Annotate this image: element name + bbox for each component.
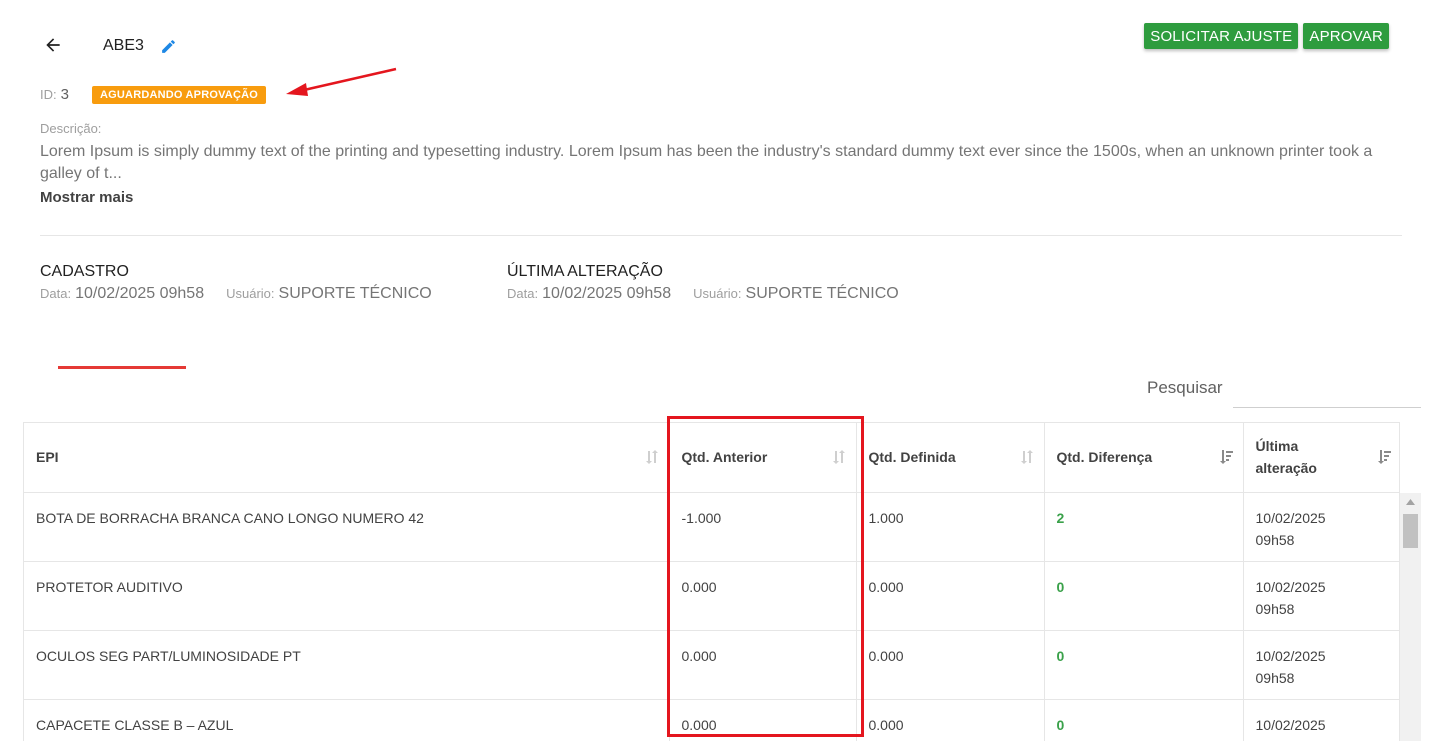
cell-defined-qty: 0.000: [856, 630, 1045, 700]
cell-defined-qty: 0.000: [856, 561, 1045, 631]
updated-title: ÚLTIMA ALTERAÇÃO: [507, 263, 663, 280]
updated-date: 10/02/2025 09h58: [542, 285, 672, 302]
cell-previous-qty: -1.000: [669, 492, 857, 562]
cell-difference-qty: 0: [1044, 561, 1244, 631]
cell-epi: PROTETOR AUDITIVO: [24, 561, 670, 631]
created-user: SUPORTE TÉCNICO: [278, 285, 432, 302]
sort-icon: [832, 450, 845, 465]
section-divider: [40, 235, 1402, 236]
created-date: 10/02/2025 09h58: [75, 285, 205, 302]
cell-epi: CAPACETE CLASSE B – AZUL: [24, 699, 670, 741]
show-more-link[interactable]: Mostrar mais: [40, 189, 133, 206]
column-header-difference-qty[interactable]: Qtd. Diferença: [1044, 423, 1244, 493]
cell-difference-qty: 0: [1044, 630, 1244, 700]
table-row[interactable]: BOTA DE BORRACHA BRANCA CANO LONGO NUMER…: [24, 492, 1399, 562]
created-user-label: Usuário:: [226, 286, 275, 301]
cell-epi: BOTA DE BORRACHA BRANCA CANO LONGO NUMER…: [24, 492, 670, 562]
id-value: 3: [60, 86, 69, 103]
table-row[interactable]: PROTETOR AUDITIVO 0.000 0.000 0 10/02/20…: [24, 561, 1399, 631]
cell-previous-qty: 0.000: [669, 699, 857, 741]
request-adjust-button[interactable]: SOLICITAR AJUSTE: [1144, 23, 1299, 49]
column-header-epi[interactable]: EPI: [24, 423, 670, 493]
approve-button[interactable]: APROVAR: [1303, 23, 1389, 49]
column-header-previous-qty[interactable]: Qtd. Anterior: [669, 423, 857, 493]
cell-last-change: 10/02/202509h58: [1243, 492, 1399, 562]
cell-epi: OCULOS SEG PART/LUMINOSIDADE PT: [24, 630, 670, 700]
search-box: Pesquisar: [1147, 376, 1421, 408]
updated-info: ÚLTIMA ALTERAÇÃO Data: 10/02/2025 09h58 …: [507, 263, 899, 303]
updated-user-label: Usuário:: [693, 286, 742, 301]
page-title: ABE3: [103, 37, 144, 54]
sort-icon: [1020, 450, 1033, 465]
record-id: ID: 3: [40, 86, 69, 103]
updated-date-label: Data:: [507, 286, 539, 301]
updated-user: SUPORTE TÉCNICO: [745, 285, 899, 302]
cell-difference-qty: 2: [1044, 492, 1244, 562]
triangle-up-icon: [1406, 498, 1415, 505]
description-text: Lorem Ipsum is simply dummy text of the …: [40, 143, 1373, 182]
table-scrollbar[interactable]: [1400, 493, 1421, 741]
sort-icon: [645, 450, 658, 465]
cell-defined-qty: 1.000: [856, 492, 1045, 562]
search-input[interactable]: [1233, 376, 1421, 408]
sort-descending-icon: [1378, 450, 1391, 465]
edit-title-button[interactable]: [158, 36, 178, 56]
pencil-icon: [161, 39, 175, 53]
status-badge: AGUARDANDO APROVAÇÃO: [92, 86, 266, 104]
cell-previous-qty: 0.000: [669, 630, 857, 700]
scroll-thumb[interactable]: [1403, 514, 1418, 548]
header-actions: SOLICITAR AJUSTE APROVAR: [1144, 23, 1389, 49]
created-date-label: Data:: [40, 286, 72, 301]
cell-difference-qty: 0: [1044, 699, 1244, 741]
epi-table: EPI Qtd. Anterior Qtd. Definida Qtd. Dif…: [23, 422, 1400, 741]
table-row[interactable]: OCULOS SEG PART/LUMINOSIDADE PT 0.000 0.…: [24, 630, 1399, 700]
description-label: Descrição:: [40, 121, 102, 136]
column-header-defined-qty[interactable]: Qtd. Definida: [856, 423, 1045, 493]
cell-defined-qty: 0.000: [856, 699, 1045, 741]
arrow-left-icon: [46, 38, 60, 52]
scroll-up-button[interactable]: [1400, 493, 1421, 510]
annotation-arrow-icon: [286, 67, 397, 96]
search-label: Pesquisar: [1147, 378, 1223, 397]
table-header-row: EPI Qtd. Anterior Qtd. Definida Qtd. Dif…: [24, 423, 1399, 493]
id-label: ID:: [40, 87, 57, 102]
back-button[interactable]: [40, 32, 66, 58]
created-title: CADASTRO: [40, 263, 129, 280]
active-tab-indicator: [58, 366, 186, 369]
cell-last-change: 10/02/202509h58: [1243, 699, 1399, 741]
table-row[interactable]: CAPACETE CLASSE B – AZUL 0.000 0.000 0 1…: [24, 699, 1399, 741]
cell-last-change: 10/02/202509h58: [1243, 630, 1399, 700]
sort-descending-icon: [1219, 450, 1233, 465]
column-header-last-change[interactable]: Última alteração: [1243, 423, 1399, 493]
cell-last-change: 10/02/202509h58: [1243, 561, 1399, 631]
created-info: CADASTRO Data: 10/02/2025 09h58 Usuário:…: [40, 263, 432, 303]
cell-previous-qty: 0.000: [669, 561, 857, 631]
